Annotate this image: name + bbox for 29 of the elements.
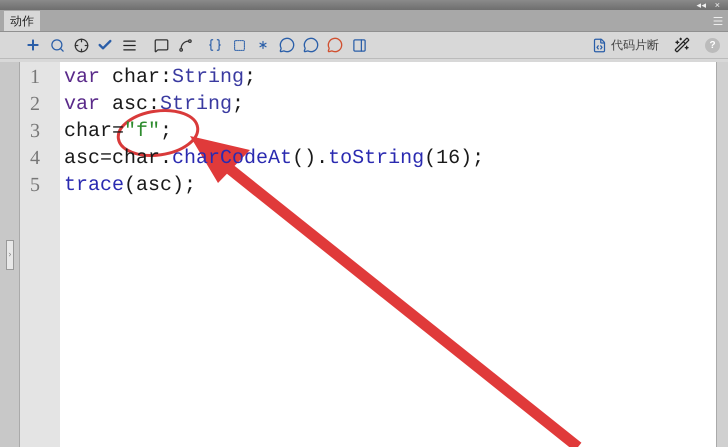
line-number: 3	[30, 119, 41, 144]
help-button[interactable]: ?	[705, 38, 720, 52]
code-file-icon	[592, 38, 607, 52]
braces-icon	[208, 38, 222, 52]
speech-bubble-icon	[279, 37, 295, 53]
expand-handle[interactable]	[6, 240, 14, 270]
plus-icon	[25, 37, 41, 53]
code-snippets-button[interactable]: 代码片断	[592, 36, 659, 54]
panel-tab[interactable]: 动作	[4, 11, 40, 31]
magic-wand-icon	[674, 37, 690, 53]
close-button[interactable]: ×	[714, 0, 720, 10]
caret-icon	[6, 252, 13, 258]
line-number: 4	[30, 146, 41, 171]
collapse-button[interactable]: ◂◂	[696, 0, 707, 10]
search-icon	[50, 38, 64, 52]
speech-bubble-icon	[327, 37, 343, 53]
panel-icon	[352, 38, 366, 52]
curve-icon	[178, 38, 192, 52]
speech-bubble-icon	[154, 38, 168, 52]
code-line: trace(asc);	[64, 173, 196, 199]
code-line: var asc:String;	[64, 92, 244, 118]
line-number: 5	[30, 173, 41, 198]
crosshair-icon	[74, 38, 88, 52]
code-line: var char:String;	[64, 65, 256, 91]
line-number: 2	[30, 92, 41, 117]
speech-bubble-icon	[303, 37, 319, 53]
line-number: 1	[30, 65, 41, 90]
dashed-square-icon	[232, 38, 246, 52]
lines-icon	[122, 38, 136, 52]
